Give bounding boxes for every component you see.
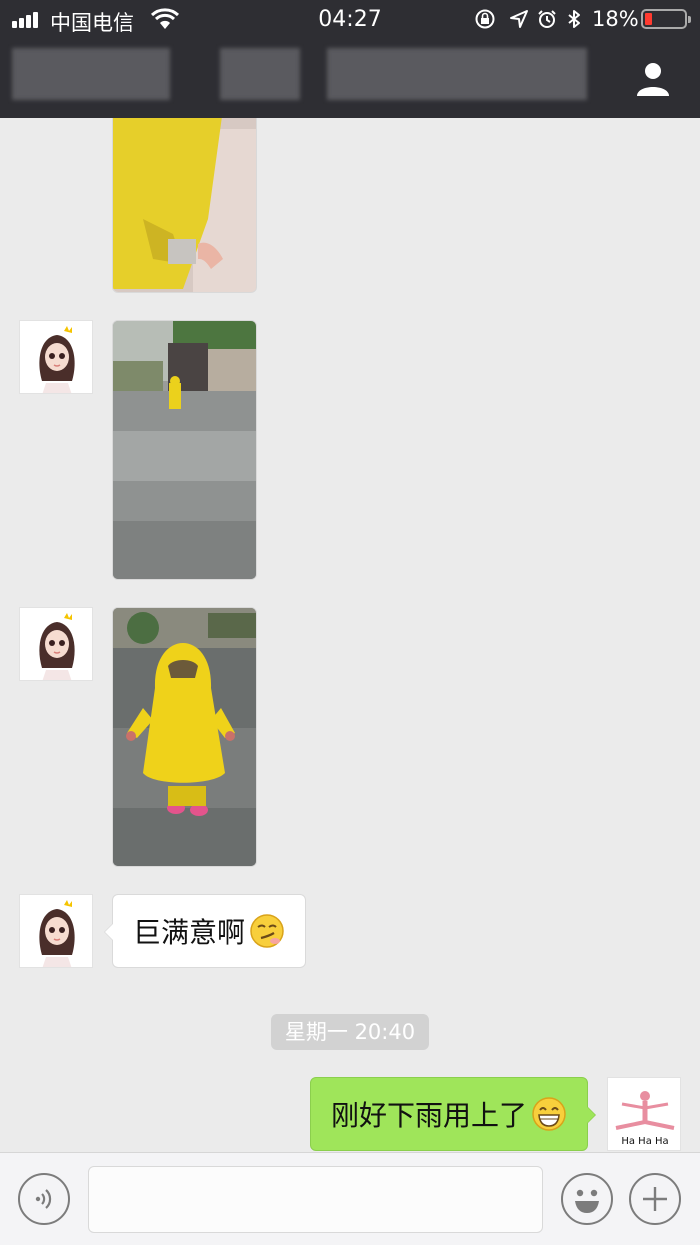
- voice-button[interactable]: [18, 1173, 70, 1225]
- plus-button[interactable]: [629, 1173, 681, 1225]
- photo-child-raincoat: [113, 118, 256, 292]
- nav-bar: [0, 40, 700, 118]
- obscured-title: [220, 48, 300, 100]
- image-message[interactable]: [112, 607, 257, 867]
- chat-area[interactable]: 巨满意啊 星期一 20:40 刚好下雨用上了 Ha Ha Ha: [0, 118, 700, 1152]
- input-bar: [0, 1152, 700, 1245]
- voice-icon: [35, 1189, 52, 1209]
- battery-icon: [641, 9, 691, 29]
- emoji-icon: [575, 1189, 599, 1213]
- avatar-logo-text: Ha Ha Ha: [621, 1136, 668, 1147]
- grin-emoji: [532, 1097, 566, 1131]
- image-message[interactable]: [112, 118, 257, 293]
- message-text: 刚好下雨用上了: [330, 1099, 527, 1132]
- message-input[interactable]: [88, 1166, 543, 1233]
- photo-child-in-rain-yard: [113, 321, 256, 579]
- plus-icon: [643, 1187, 667, 1211]
- status-bar: 中国电信 04:27 18%: [0, 0, 700, 40]
- obscured-title: [327, 48, 587, 100]
- timestamp: 星期一 20:40: [271, 1014, 429, 1050]
- image-message[interactable]: [112, 320, 257, 580]
- photo-child-yellow-raincoat-standing: [113, 608, 256, 866]
- avatar[interactable]: [19, 607, 93, 681]
- profile-icon[interactable]: [634, 60, 672, 98]
- avatar[interactable]: [19, 894, 93, 968]
- message-text: 巨满意啊: [133, 916, 246, 949]
- girl-avatar: [20, 608, 92, 680]
- avatar[interactable]: [19, 320, 93, 394]
- girl-avatar: [20, 321, 92, 393]
- my-avatar[interactable]: Ha Ha Ha: [607, 1077, 681, 1151]
- alarm-icon: [538, 10, 556, 28]
- ha-ha-ha-avatar: Ha Ha Ha: [608, 1078, 680, 1150]
- battery-percent: 18%: [592, 7, 639, 31]
- smirk-emoji: [250, 914, 284, 948]
- outgoing-message-bubble[interactable]: 刚好下雨用上了: [309, 1077, 597, 1151]
- top-bar: 中国电信 04:27 18%: [0, 0, 700, 118]
- girl-avatar: [20, 895, 92, 967]
- obscured-title: [12, 48, 170, 100]
- bluetooth-icon: [568, 10, 580, 28]
- emoji-button[interactable]: [561, 1173, 613, 1225]
- location-arrow-icon: [510, 10, 528, 28]
- incoming-message-bubble[interactable]: 巨满意啊: [103, 894, 307, 968]
- rotation-lock-icon: [475, 9, 495, 29]
